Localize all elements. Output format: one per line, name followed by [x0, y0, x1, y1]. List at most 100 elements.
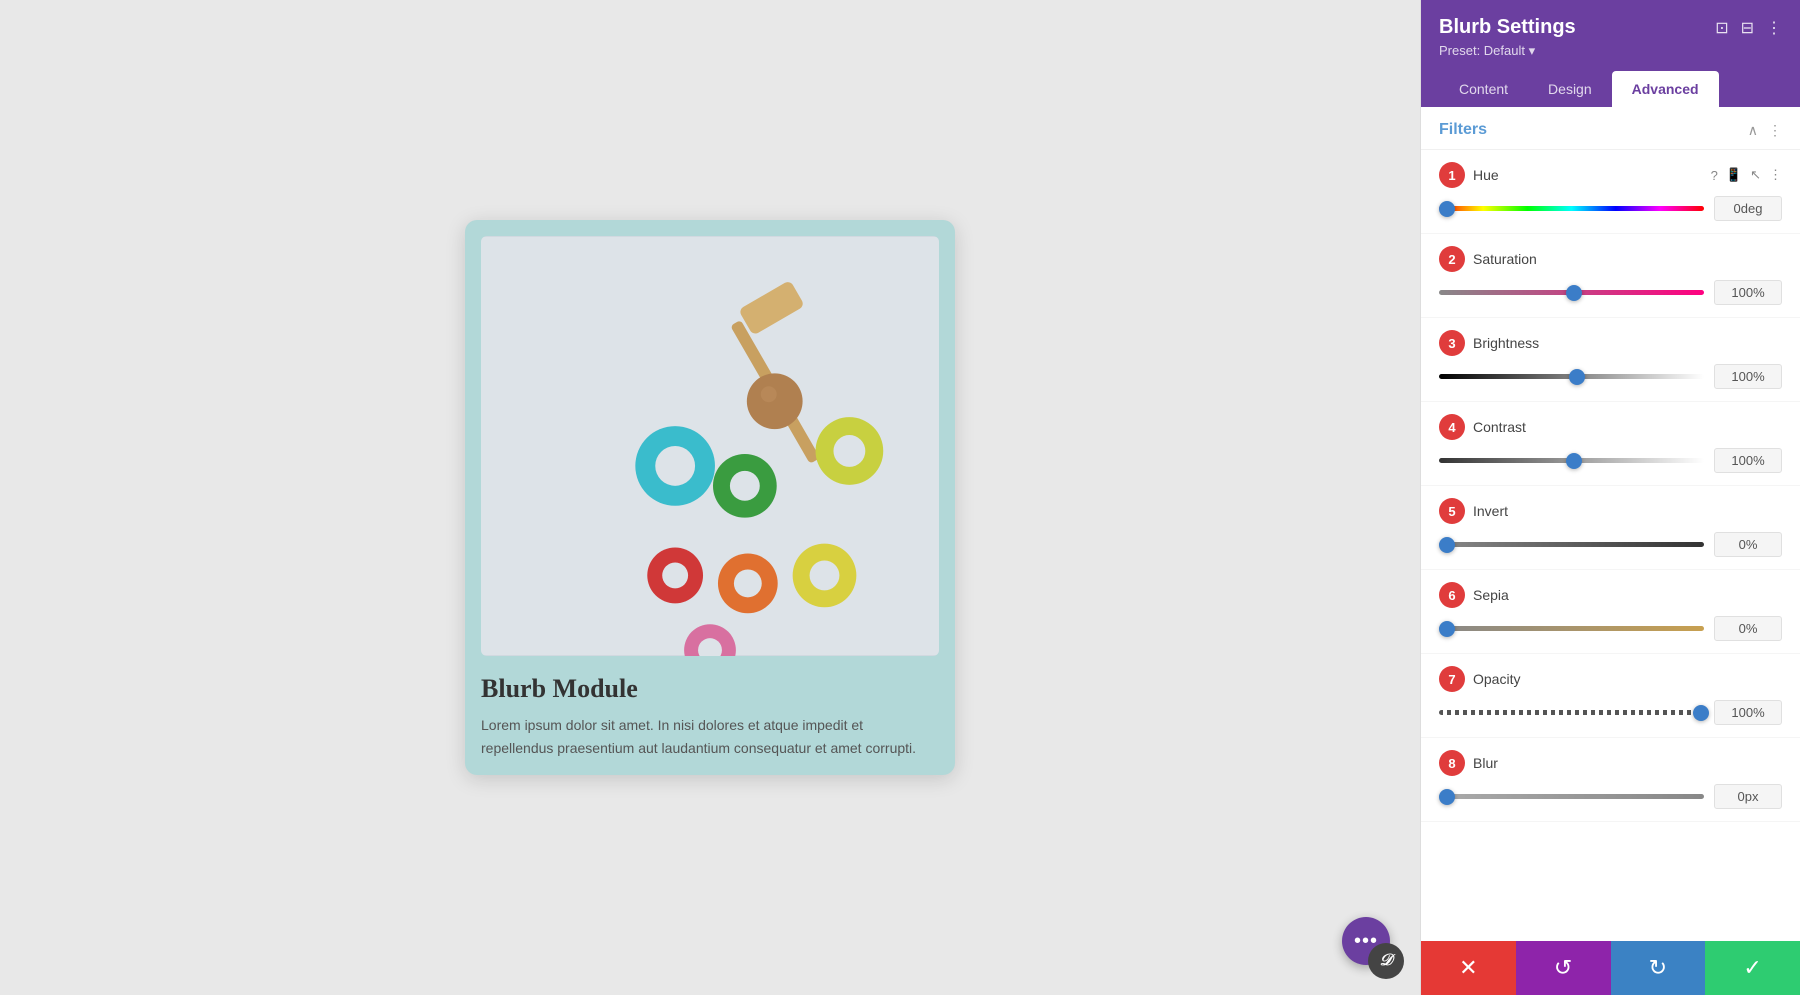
undo-button[interactable]: ↺	[1516, 941, 1611, 995]
columns-icon[interactable]: ⊟	[1741, 18, 1754, 38]
more-icon[interactable]: ⋮	[1766, 18, 1782, 38]
filter-hue-slider-row: 0deg	[1439, 196, 1782, 221]
filter-sepia-number: 6	[1439, 582, 1465, 608]
tab-advanced[interactable]: Advanced	[1612, 71, 1719, 107]
undo-icon: ↺	[1554, 955, 1572, 981]
filter-sat-slider-row: 100%	[1439, 280, 1782, 305]
filter-hue-number: 1	[1439, 162, 1465, 188]
panel-tabs: Content Design Advanced	[1439, 71, 1782, 107]
opacity-thumb[interactable]	[1693, 705, 1709, 721]
filter-contrast-number: 4	[1439, 414, 1465, 440]
save-icon: ✓	[1743, 955, 1761, 981]
blurb-image	[481, 236, 939, 656]
tab-design[interactable]: Design	[1528, 71, 1612, 107]
filters-section-title: Filters	[1439, 121, 1487, 139]
filter-sepia-label-row: 6 Sepia	[1439, 582, 1782, 608]
action-bar: ✕ ↺ ↻ ✓	[1421, 941, 1800, 995]
bright-slider-container[interactable]	[1439, 367, 1704, 387]
filter-blur-slider-row: 0px	[1439, 784, 1782, 809]
hue-cursor-icon[interactable]: ↖	[1750, 167, 1761, 183]
invert-value: 0%	[1714, 532, 1782, 557]
filter-contrast-name: Contrast	[1473, 419, 1782, 435]
redo-icon: ↻	[1649, 955, 1667, 981]
sepia-track	[1439, 626, 1704, 631]
filter-contrast-slider-row: 100%	[1439, 448, 1782, 473]
filter-bright-name: Brightness	[1473, 335, 1782, 351]
sat-track	[1439, 290, 1704, 295]
panel-header-icons: ⊡ ⊟ ⋮	[1715, 18, 1782, 38]
panel-header-top: Blurb Settings ⊡ ⊟ ⋮	[1439, 16, 1782, 39]
invert-track	[1439, 542, 1704, 547]
collapse-icon[interactable]: ∧	[1748, 122, 1758, 139]
blur-slider-container[interactable]	[1439, 787, 1704, 807]
tab-content[interactable]: Content	[1439, 71, 1528, 107]
filter-blur-number: 8	[1439, 750, 1465, 776]
filter-opacity-number: 7	[1439, 666, 1465, 692]
blur-track	[1439, 794, 1704, 799]
bright-thumb[interactable]	[1569, 369, 1585, 385]
opacity-value: 100%	[1714, 700, 1782, 725]
blurb-title: Blurb Module	[481, 674, 939, 704]
bright-value: 100%	[1714, 364, 1782, 389]
hue-value: 0deg	[1714, 196, 1782, 221]
sepia-thumb[interactable]	[1439, 621, 1455, 637]
resize-icon[interactable]: ⊡	[1715, 18, 1728, 38]
filter-blur-name: Blur	[1473, 755, 1782, 771]
cancel-icon: ✕	[1459, 955, 1477, 981]
filter-saturation: 2 Saturation 100%	[1421, 234, 1800, 318]
sat-slider-container[interactable]	[1439, 283, 1704, 303]
sepia-slider-container[interactable]	[1439, 619, 1704, 639]
filter-bright-slider-row: 100%	[1439, 364, 1782, 389]
redo-button[interactable]: ↻	[1611, 941, 1706, 995]
panel-preset[interactable]: Preset: Default ▾	[1439, 43, 1782, 59]
section-more-icon[interactable]: ⋮	[1768, 122, 1782, 139]
toy-illustration	[481, 236, 939, 656]
blur-value: 0px	[1714, 784, 1782, 809]
filter-opacity: 7 Opacity 100%	[1421, 654, 1800, 738]
filter-sepia: 6 Sepia 0%	[1421, 570, 1800, 654]
filter-sepia-slider-row: 0%	[1439, 616, 1782, 641]
filter-sat-name: Saturation	[1473, 251, 1782, 267]
invert-slider-container[interactable]	[1439, 535, 1704, 555]
blurb-card: Blurb Module Lorem ipsum dolor sit amet.…	[465, 220, 955, 775]
save-button[interactable]: ✓	[1705, 941, 1800, 995]
hue-mobile-icon[interactable]: 📱	[1726, 167, 1742, 183]
filter-opacity-slider-row: 100%	[1439, 700, 1782, 725]
hue-slider-container[interactable]	[1439, 199, 1704, 219]
panel-header: Blurb Settings ⊡ ⊟ ⋮ Preset: Default ▾ C…	[1421, 0, 1800, 107]
filter-invert: 5 Invert 0%	[1421, 486, 1800, 570]
invert-thumb[interactable]	[1439, 537, 1455, 553]
cancel-button[interactable]: ✕	[1421, 941, 1516, 995]
blur-thumb[interactable]	[1439, 789, 1455, 805]
preview-area: Blurb Module Lorem ipsum dolor sit amet.…	[0, 0, 1420, 995]
opacity-slider-container[interactable]	[1439, 703, 1704, 723]
filter-bright-label-row: 3 Brightness	[1439, 330, 1782, 356]
filter-brightness: 3 Brightness 100%	[1421, 318, 1800, 402]
filter-blur-label-row: 8 Blur	[1439, 750, 1782, 776]
contrast-slider-container[interactable]	[1439, 451, 1704, 471]
filter-hue-label-row: 1 Hue ? 📱 ↖ ⋮	[1439, 162, 1782, 188]
blurb-body: Lorem ipsum dolor sit amet. In nisi dolo…	[481, 714, 939, 759]
filter-hue-name: Hue	[1473, 167, 1703, 183]
filter-bright-number: 3	[1439, 330, 1465, 356]
filter-invert-slider-row: 0%	[1439, 532, 1782, 557]
hue-more-icon[interactable]: ⋮	[1769, 167, 1782, 183]
hue-thumb[interactable]	[1439, 201, 1455, 217]
opacity-track	[1439, 710, 1704, 715]
filter-opacity-label-row: 7 Opacity	[1439, 666, 1782, 692]
hue-track	[1439, 206, 1704, 211]
hue-help-icon[interactable]: ?	[1711, 168, 1718, 183]
bright-track	[1439, 374, 1704, 379]
sepia-value: 0%	[1714, 616, 1782, 641]
filter-contrast: 4 Contrast 100%	[1421, 402, 1800, 486]
sat-thumb[interactable]	[1566, 285, 1582, 301]
filter-invert-number: 5	[1439, 498, 1465, 524]
filter-sat-label-row: 2 Saturation	[1439, 246, 1782, 272]
filter-contrast-label-row: 4 Contrast	[1439, 414, 1782, 440]
filter-hue-icons: ? 📱 ↖ ⋮	[1711, 167, 1782, 183]
divi-logo: 𝒟	[1380, 952, 1393, 970]
contrast-thumb[interactable]	[1566, 453, 1582, 469]
filter-sat-number: 2	[1439, 246, 1465, 272]
filter-blur: 8 Blur 0px	[1421, 738, 1800, 822]
divi-icon[interactable]: 𝒟	[1368, 943, 1404, 979]
